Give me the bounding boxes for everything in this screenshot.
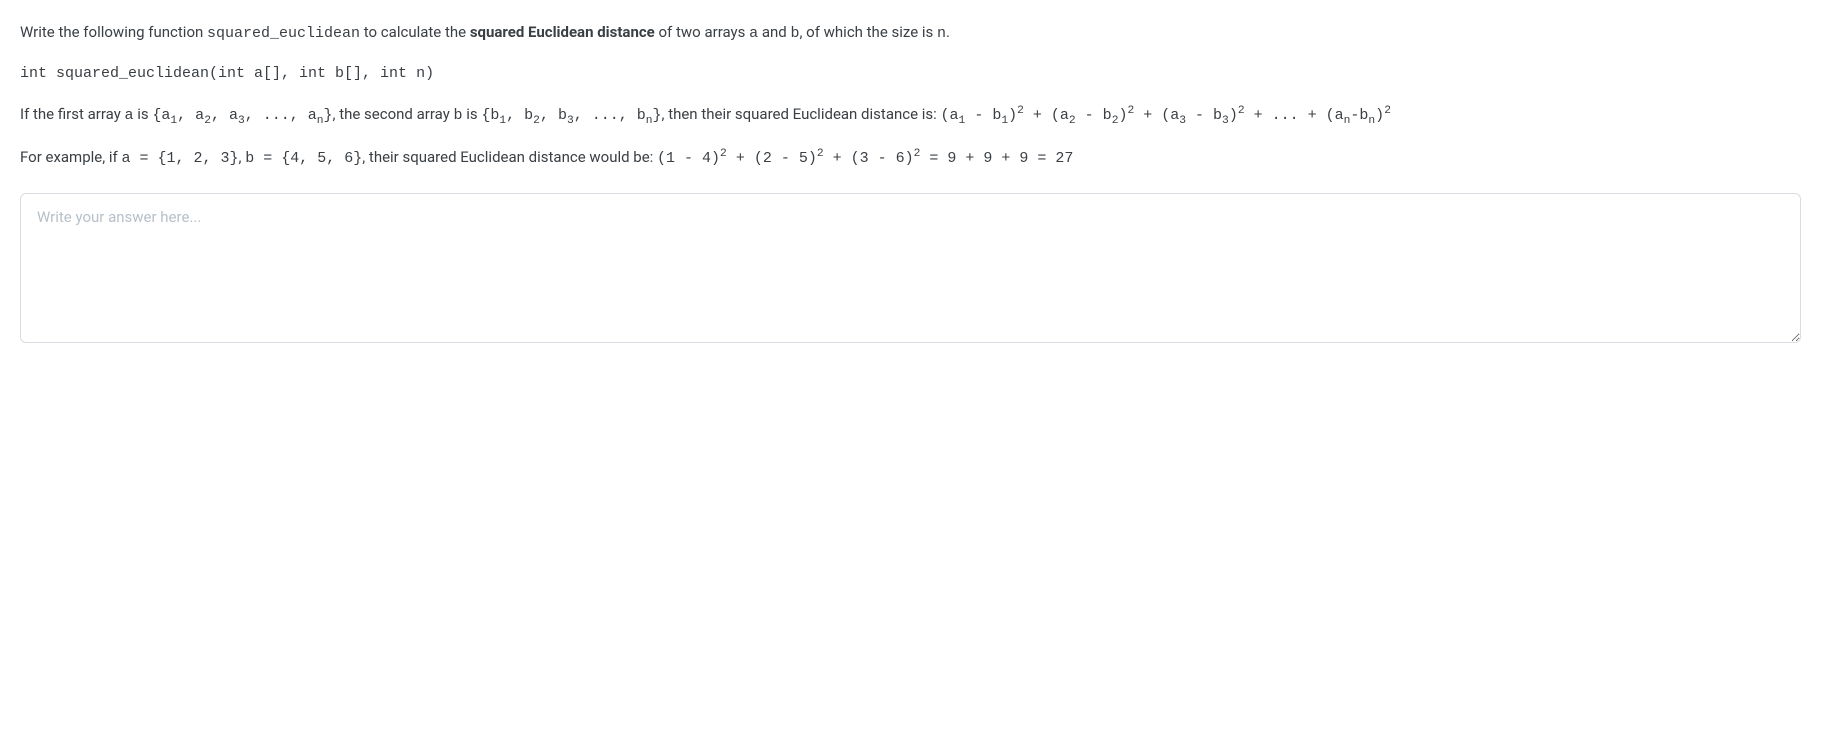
instruction-paragraph-1: Write the following function squared_euc… <box>20 20 1801 46</box>
array-b-display: {b1, b2, b3, ..., bn} <box>481 107 661 124</box>
distance-formula: (a1 - b1)2 + (a2 - b2)2 + (a3 - b3)2 + .… <box>941 107 1391 124</box>
var-b: b <box>454 107 463 124</box>
text: , their squared Euclidean distance would… <box>362 148 657 166</box>
text: is <box>463 105 482 123</box>
text: is <box>134 105 153 123</box>
var-n: n <box>937 25 946 42</box>
array-a-display: {a1, a2, a3, ..., an} <box>152 107 332 124</box>
text: For example, if <box>20 148 121 166</box>
example-a: a = {1, 2, 3} <box>121 150 238 167</box>
var-a: a <box>749 25 758 42</box>
function-name-code: squared_euclidean <box>207 25 360 42</box>
text: , of which the size is <box>799 23 937 41</box>
text: to calculate the <box>360 23 470 41</box>
text: . <box>946 23 950 41</box>
example-paragraph: For example, if a = {1, 2, 3}, b = {4, 5… <box>20 145 1801 171</box>
answer-input[interactable] <box>20 193 1801 343</box>
text: Write the following function <box>20 23 207 41</box>
signature-code: int squared_euclidean(int a[], int b[], … <box>20 65 434 82</box>
var-a: a <box>125 107 134 124</box>
example-b: b = {4, 5, 6} <box>245 150 362 167</box>
text: If the first array <box>20 105 125 123</box>
text: of two arrays <box>655 23 749 41</box>
text: , then their squared Euclidean distance … <box>662 105 941 123</box>
example-computation: (1 - 4)2 + (2 - 5)2 + (3 - 6)2 = 9 + 9 +… <box>657 150 1073 167</box>
formula-paragraph: If the first array a is {a1, a2, a3, ...… <box>20 100 1801 131</box>
text: and <box>758 23 790 41</box>
function-signature: int squared_euclidean(int a[], int b[], … <box>20 60 1801 86</box>
bold-term: squared Euclidean distance <box>470 23 655 41</box>
text: , the second array <box>333 105 454 123</box>
